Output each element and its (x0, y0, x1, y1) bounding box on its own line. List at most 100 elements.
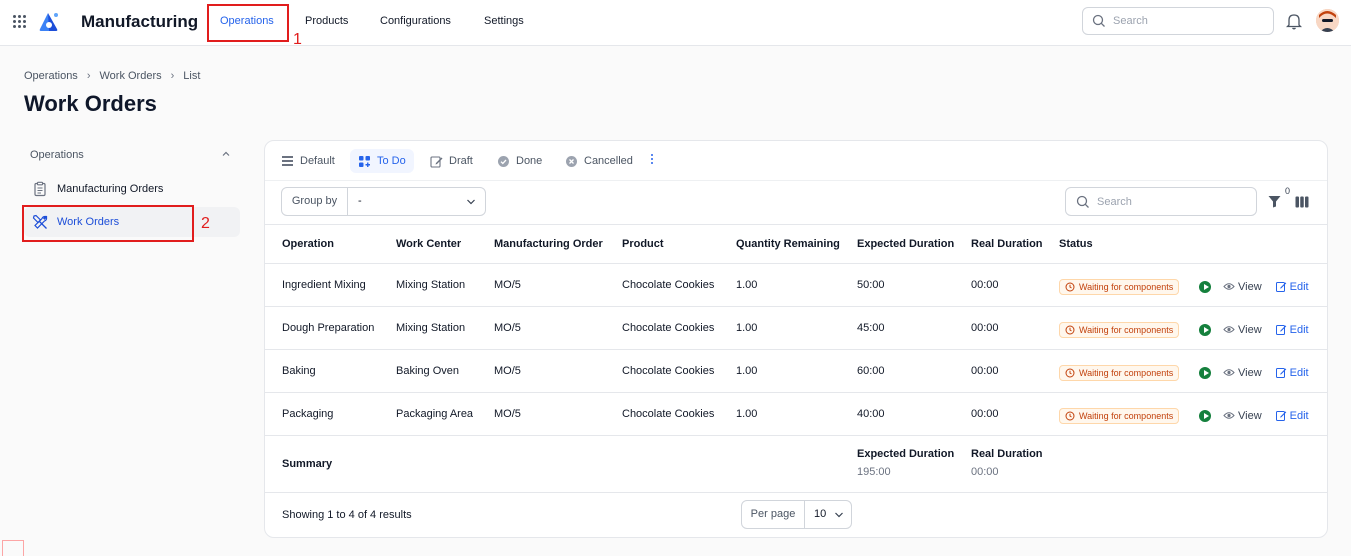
cell-actions: View Edit (1199, 263, 1327, 307)
per-page-select[interactable]: Per page 10 (741, 500, 852, 529)
annotation-number-1: 1 (293, 31, 302, 48)
tab-cancelled[interactable]: Cancelled (557, 149, 641, 173)
status-text: Waiting for components (1079, 324, 1174, 335)
tab-draft[interactable]: Draft (422, 149, 481, 173)
summary-expected-label: Expected Duration (857, 447, 955, 460)
cell-real-duration: 00:00 (971, 349, 1059, 393)
filter-count-badge: 0 (1285, 186, 1291, 196)
edit-icon (1275, 411, 1286, 421)
breadcrumb-operations[interactable]: Operations (24, 70, 78, 82)
edit-button[interactable]: Edit (1275, 410, 1309, 422)
per-page-value: 10 (814, 508, 827, 520)
cell-work-center: Mixing Station (396, 263, 494, 307)
nav-settings[interactable]: Settings (484, 15, 524, 27)
cell-work-center: Baking Oven (396, 349, 494, 393)
edit-button[interactable]: Edit (1275, 280, 1309, 293)
debug-corner-icon[interactable] (2, 540, 24, 556)
eye-icon (1223, 369, 1235, 376)
pencil-icon (430, 155, 443, 168)
view-label: View (1238, 323, 1262, 336)
x-circle-icon (566, 155, 577, 167)
cell-operation: Packaging (265, 392, 396, 436)
column-header-status[interactable]: Status (1059, 225, 1199, 264)
cell-real-duration: 00:00 (971, 263, 1059, 307)
status-badge: Waiting for components (1059, 407, 1180, 424)
cell-expected-duration: 45:00 (857, 306, 971, 350)
start-play-button[interactable] (1199, 323, 1211, 336)
cell-work-center: Packaging Area (396, 392, 494, 436)
breadcrumb-work-orders[interactable]: Work Orders (99, 70, 161, 82)
edit-button[interactable]: Edit (1275, 367, 1309, 379)
more-tabs-icon[interactable] (651, 154, 655, 164)
table-row[interactable]: Ingredient Mixing Mixing Station MO/5 Ch… (265, 263, 1327, 307)
column-header-expected-duration[interactable]: Expected Duration (857, 225, 971, 264)
clock-icon (1065, 411, 1075, 420)
summary-row: Summary Expected Duration 195:00 Real Du… (265, 435, 1327, 493)
cell-quantity-remaining: 1.00 (736, 392, 857, 436)
nav-configurations[interactable]: Configurations (380, 15, 451, 27)
column-header-work-center[interactable]: Work Center (396, 225, 494, 264)
todo-icon (359, 155, 370, 167)
view-button[interactable]: View (1223, 281, 1262, 293)
table-row[interactable]: Packaging Packaging Area MO/5 Chocolate … (265, 392, 1327, 436)
breadcrumb: Operations › Work Orders › List (24, 70, 200, 82)
clock-icon (1065, 325, 1075, 334)
status-text: Waiting for components (1079, 410, 1174, 421)
tab-label: Done (516, 155, 543, 167)
cell-real-duration: 00:00 (971, 306, 1059, 350)
user-avatar[interactable] (1316, 9, 1339, 32)
app-launcher-icon[interactable] (13, 15, 26, 28)
tab-done[interactable]: Done (489, 149, 550, 173)
view-label: View (1238, 366, 1262, 379)
search-icon (1076, 195, 1089, 208)
cell-manufacturing-order: MO/5 (494, 306, 622, 350)
notifications-bell-icon[interactable] (1286, 12, 1302, 30)
cell-actions: View Edit (1199, 349, 1327, 393)
columns-icon[interactable] (1295, 196, 1309, 208)
sidebar-group-label[interactable]: Operations (30, 149, 84, 161)
summary-expected-duration: Expected Duration 195:00 (857, 435, 971, 493)
page-title: Work Orders (24, 91, 157, 116)
global-search-input[interactable]: Search (1082, 7, 1274, 35)
table-search-input[interactable]: Search (1065, 187, 1257, 216)
column-header-quantity-remaining[interactable]: Quantity Remaining (736, 225, 857, 264)
view-label: View (1238, 280, 1262, 293)
column-header-actions (1199, 225, 1327, 264)
column-header-manufacturing-order[interactable]: Manufacturing Order (494, 225, 622, 264)
start-play-button[interactable] (1199, 280, 1211, 293)
view-button[interactable]: View (1223, 410, 1262, 422)
tab-to-do[interactable]: To Do (350, 149, 414, 173)
tab-default[interactable]: Default (273, 149, 343, 173)
cell-status: Waiting for components (1059, 392, 1199, 436)
annotation-number-2: 2 (201, 215, 210, 232)
filter-icon[interactable] (1268, 195, 1281, 208)
group-by-select[interactable]: Group by - (281, 187, 486, 216)
cell-expected-duration: 60:00 (857, 349, 971, 393)
clock-icon (1065, 368, 1075, 377)
column-header-operation[interactable]: Operation (265, 225, 396, 264)
table-row[interactable]: Baking Baking Oven MO/5 Chocolate Cookie… (265, 349, 1327, 393)
column-header-product[interactable]: Product (622, 225, 736, 264)
table-row[interactable]: Dough Preparation Mixing Station MO/5 Ch… (265, 306, 1327, 350)
work-orders-table-card: Default To Do Draft Done Cancelled Group… (264, 140, 1328, 538)
edit-label: Edit (1289, 280, 1309, 293)
summary-empty-cell (494, 435, 622, 493)
cell-manufacturing-order: MO/5 (494, 392, 622, 436)
chevron-up-icon[interactable] (221, 149, 231, 159)
check-circle-icon (498, 155, 509, 167)
cell-quantity-remaining: 1.00 (736, 349, 857, 393)
sidebar-item-manufacturing-orders[interactable]: Manufacturing Orders (24, 174, 240, 204)
top-bar: Manufacturing Operations Products Config… (0, 0, 1351, 46)
summary-empty-cell (396, 435, 494, 493)
column-header-real-duration[interactable]: Real Duration (971, 225, 1059, 264)
view-button[interactable]: View (1223, 367, 1262, 379)
nav-products[interactable]: Products (305, 15, 348, 27)
edit-button[interactable]: Edit (1275, 324, 1309, 336)
start-play-button[interactable] (1199, 409, 1211, 422)
summary-empty-cell (1059, 435, 1199, 493)
search-icon (1092, 14, 1105, 27)
edit-icon (1275, 282, 1286, 292)
chevron-right-icon: › (86, 70, 91, 82)
start-play-button[interactable] (1199, 366, 1211, 379)
view-button[interactable]: View (1223, 324, 1262, 336)
